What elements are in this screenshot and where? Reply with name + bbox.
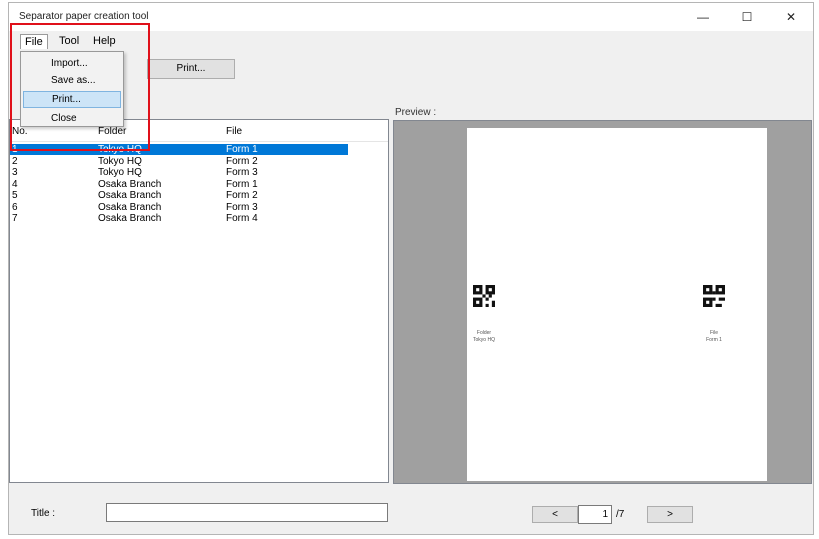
cell-folder: Osaka Branch — [98, 190, 162, 201]
annotation-highlight-box — [10, 23, 150, 151]
title-label: Title : — [31, 508, 56, 519]
cell-no: 3 — [12, 167, 18, 178]
close-window-button[interactable]: ✕ — [769, 3, 813, 31]
cell-folder: Tokyo HQ — [98, 156, 142, 167]
cell-folder: Osaka Branch — [98, 213, 162, 224]
cell-no: 4 — [12, 179, 18, 190]
cell-file: Form 2 — [226, 156, 258, 167]
cell-no: 2 — [12, 156, 18, 167]
cell-file: Form 1 — [226, 179, 258, 190]
cell-folder: Osaka Branch — [98, 202, 162, 213]
cell-file: Form 2 — [226, 190, 258, 201]
cell-no: 7 — [12, 213, 18, 224]
cell-folder: Tokyo HQ — [98, 167, 142, 178]
page-total: /7 — [616, 509, 625, 520]
table-row[interactable]: 7 Osaka Branch Form 4 — [10, 213, 348, 224]
window-title: Separator paper creation tool — [19, 11, 149, 22]
table-row[interactable]: 6 Osaka Branch Form 3 — [10, 202, 348, 213]
file-qr-code-icon — [703, 285, 725, 307]
maximize-button[interactable]: ☐ — [725, 3, 769, 31]
cell-no: 5 — [12, 190, 18, 201]
table-row[interactable]: 4 Osaka Branch Form 1 — [10, 179, 348, 190]
next-page-button[interactable]: > — [647, 506, 693, 523]
file-list: No. Folder File 1 Tokyo HQ Form 1 2 Toky… — [9, 119, 389, 483]
cell-no: 6 — [12, 202, 18, 213]
file-caption-value: Form 1 — [706, 337, 722, 343]
title-input[interactable] — [106, 503, 388, 522]
header-file[interactable]: File — [226, 126, 242, 137]
table-row[interactable]: 3 Tokyo HQ Form 3 — [10, 167, 348, 178]
file-caption: File Form 1 — [699, 330, 729, 344]
table-row[interactable]: 5 Osaka Branch Form 2 — [10, 190, 348, 201]
folder-qr-code-icon — [473, 285, 495, 307]
minimize-button[interactable]: — — [681, 3, 725, 31]
folder-caption-label: Folder — [476, 330, 492, 336]
folder-caption-value: Tokyo HQ — [473, 337, 495, 343]
cell-file: Form 3 — [226, 167, 258, 178]
cell-file: Form 4 — [226, 213, 258, 224]
cell-file: Form 3 — [226, 202, 258, 213]
page-number-input[interactable]: 1 — [578, 505, 612, 524]
preview-panel: Folder Tokyo HQ File Form 1 — [393, 120, 812, 484]
preview-label: Preview : — [395, 107, 437, 118]
prev-page-button[interactable]: < — [532, 506, 578, 523]
file-caption-label: File — [709, 330, 719, 336]
toolbar-print-button[interactable]: Print... — [147, 59, 235, 79]
app-window: Separator paper creation tool — ☐ ✕ File… — [8, 2, 814, 535]
cell-file: Form 1 — [226, 144, 258, 155]
table-row[interactable]: 2 Tokyo HQ Form 2 — [10, 156, 348, 167]
folder-caption: Folder Tokyo HQ — [469, 330, 499, 344]
cell-folder: Osaka Branch — [98, 179, 162, 190]
preview-page: Folder Tokyo HQ File Form 1 — [467, 128, 767, 481]
